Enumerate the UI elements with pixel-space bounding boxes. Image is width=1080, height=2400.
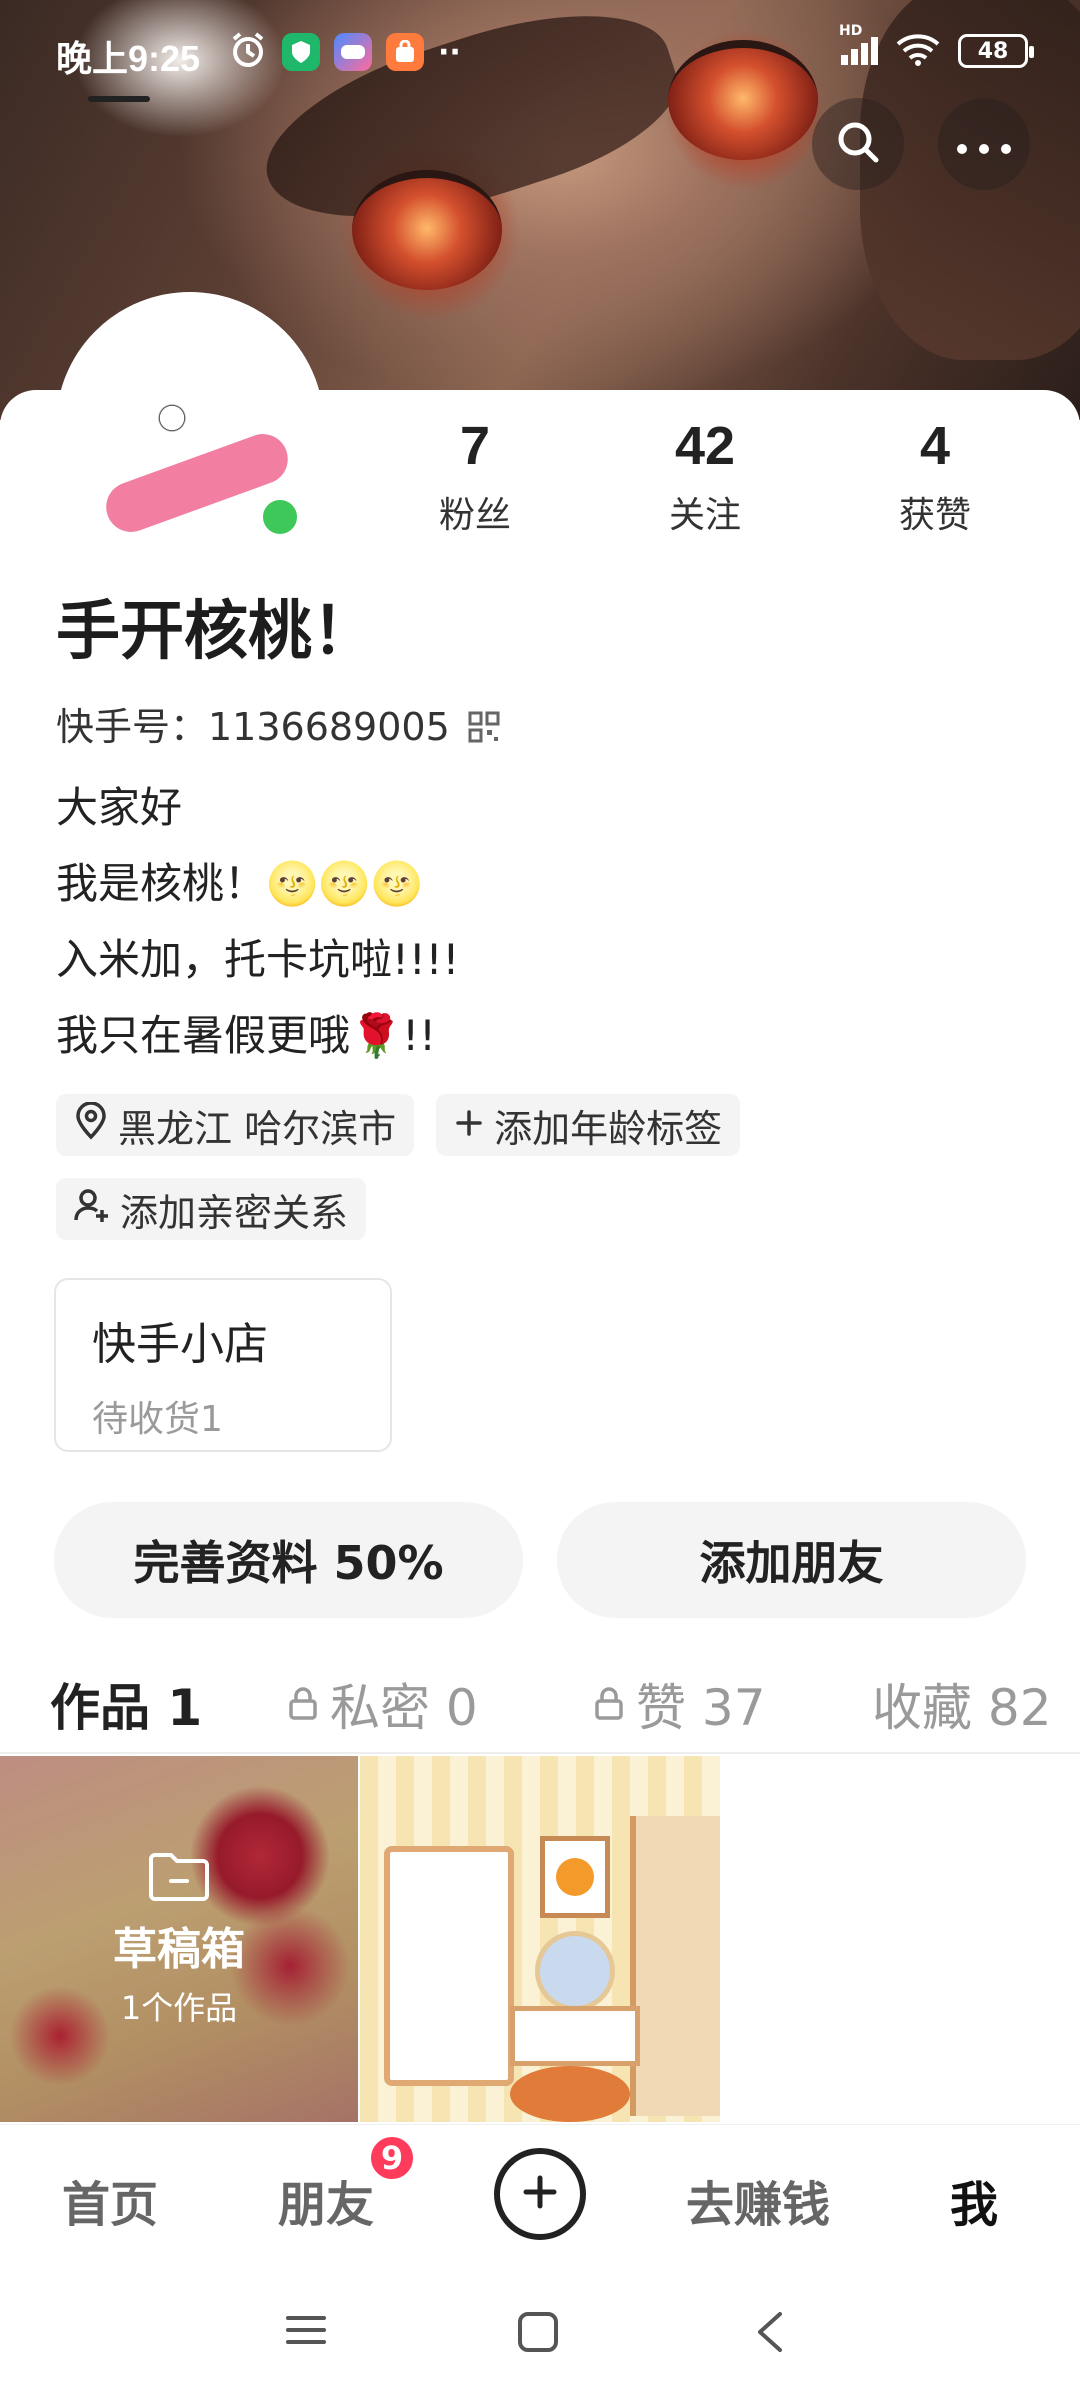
active-tab-indicator <box>88 96 150 102</box>
friends-badge: 9 <box>368 2134 416 2182</box>
status-bar: 晚上9:25 ·· HD 48 <box>0 0 1080 100</box>
more-button[interactable] <box>938 98 1030 190</box>
battery-icon: 48 <box>958 34 1034 68</box>
content-tabs: 作品 1 私密 0 赞 37 收藏 82 <box>0 1650 1080 1754</box>
user-id-text: 快手号：1136689005 <box>56 705 450 749</box>
network-label: HD <box>839 23 863 39</box>
tab-works[interactable]: 作品 1 <box>50 1668 202 1740</box>
wifi-icon <box>896 32 940 70</box>
bio-line: 我只在暑假更哦🌹!! <box>56 1011 436 1060</box>
stat-likes-received[interactable]: 4 获赞 <box>820 414 1050 554</box>
battery-level: 48 <box>977 38 1009 64</box>
thumb-mirror <box>535 1931 615 2011</box>
draft-box-count: 1个作品 <box>120 1989 238 2027</box>
tag-add-relation-label: 添加亲密关系 <box>120 1190 349 1235</box>
profile-actions: 完善资料 50% 添加朋友 <box>54 1502 1026 1618</box>
bio: 大家好 我是核桃！🌝🌝🌝 入米加，托卡坑啦!!!! 我只在暑假更哦🌹!! <box>56 770 459 1074</box>
stat-fans[interactable]: 7 粉丝 <box>360 414 590 554</box>
thumb-table <box>510 2006 640 2066</box>
stat-value: 42 <box>674 416 736 476</box>
nav-home[interactable]: 首页 <box>62 2165 158 2235</box>
stat-value: 4 <box>919 416 951 476</box>
lock-icon <box>594 1675 624 1733</box>
profile-tags: 黑龙江 哈尔滨市 添加年龄标签 添加亲密关系 <box>56 1094 1036 1240</box>
more-dots-icon: ·· <box>438 34 461 70</box>
thumb-shelf <box>630 1816 720 2116</box>
profile-stats: 7 粉丝 42 关注 4 获赞 <box>360 414 1060 554</box>
plus-icon <box>520 2172 560 2216</box>
user-id-row[interactable]: 快手号：1136689005 <box>56 696 500 751</box>
stat-label: 获赞 <box>898 495 971 536</box>
nav-friends[interactable]: 朋友 <box>278 2165 374 2235</box>
tag-location[interactable]: 黑龙江 哈尔滨市 <box>56 1094 415 1156</box>
alarm-icon <box>228 30 268 74</box>
bio-line: 大家好 <box>56 783 183 832</box>
system-nav-bar <box>0 2270 1080 2400</box>
tag-add-relation[interactable]: 添加亲密关系 <box>56 1178 367 1240</box>
tag-location-label: 黑龙江 哈尔滨市 <box>118 1106 397 1151</box>
thumb-wardrobe <box>384 1846 514 2086</box>
status-notification-icons: ·· <box>228 30 461 74</box>
thumb-pouf <box>510 2066 630 2122</box>
search-icon <box>834 118 882 170</box>
folder-icon <box>147 1849 211 1903</box>
location-pin-icon <box>74 1100 108 1149</box>
tag-add-age-label: 添加年龄标签 <box>494 1106 723 1151</box>
shop-subtitle: 待收货1 <box>92 1399 223 1440</box>
tab-favorites-label: 收藏 82 <box>872 1679 1052 1737</box>
status-time: 晚上9:25 <box>56 38 201 79</box>
game-app-icon <box>334 33 372 71</box>
stat-label: 关注 <box>668 495 741 536</box>
stat-following[interactable]: 42 关注 <box>590 414 820 554</box>
tab-likes-label: 赞 37 <box>636 1679 766 1737</box>
bio-line: 入米加，托卡坑啦!!!! <box>56 935 460 984</box>
shop-card[interactable]: 快手小店 待收货1 <box>54 1278 392 1452</box>
thumb-orange <box>556 1858 594 1896</box>
draft-box-tile[interactable]: 草稿箱 1个作品 <box>0 1756 358 2122</box>
tab-private-label: 私密 0 <box>330 1679 478 1737</box>
stat-value: 7 <box>459 416 491 476</box>
shop-app-icon <box>386 33 424 71</box>
tab-favorites[interactable]: 收藏 82 <box>872 1668 1052 1740</box>
video-thumbnail[interactable] <box>360 1756 720 2122</box>
online-status-dot <box>257 494 303 540</box>
search-button[interactable] <box>812 98 904 190</box>
tab-likes[interactable]: 赞 37 <box>594 1668 766 1740</box>
more-icon <box>956 124 1012 164</box>
add-person-icon <box>74 1187 110 1231</box>
bio-line: 我是核桃！🌝🌝🌝 <box>56 859 423 908</box>
draft-box-title: 草稿箱 <box>113 1924 245 1975</box>
works-grid: 草稿箱 1个作品 <box>0 1756 1080 2122</box>
shield-app-icon <box>282 33 320 71</box>
nav-me[interactable]: 我 <box>950 2165 998 2235</box>
status-system-icons: HD 48 <box>839 23 1034 70</box>
signal-icon: HD <box>839 23 878 65</box>
tab-works-label: 作品 1 <box>50 1679 203 1737</box>
nav-earn[interactable]: 去赚钱 <box>686 2165 830 2235</box>
nickname: 手开核桃！ <box>56 595 376 669</box>
qr-code-icon[interactable] <box>468 708 500 742</box>
menu-icon[interactable] <box>284 2310 328 2354</box>
add-friend-button[interactable]: 添加朋友 <box>557 1502 1026 1618</box>
lock-icon <box>288 1675 318 1733</box>
cover-art-eye-left <box>352 170 502 290</box>
create-button[interactable] <box>494 2148 586 2240</box>
shop-title: 快手小店 <box>92 1319 268 1370</box>
home-square-icon[interactable] <box>516 2310 560 2358</box>
plus-icon <box>454 1103 484 1147</box>
complete-profile-button[interactable]: 完善资料 50% <box>54 1502 523 1618</box>
back-icon[interactable] <box>752 2310 788 2358</box>
tab-private[interactable]: 私密 0 <box>288 1668 478 1740</box>
stat-label: 粉丝 <box>438 495 511 536</box>
draft-box-overlay: 草稿箱 1个作品 <box>0 1756 358 2122</box>
tag-add-age[interactable]: 添加年龄标签 <box>436 1094 741 1156</box>
